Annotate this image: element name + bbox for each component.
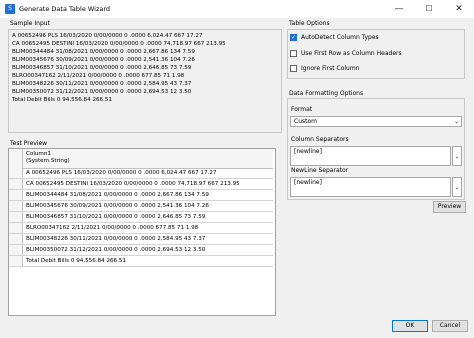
app-icon: S bbox=[5, 4, 15, 14]
chevron-down-icon: ⌄ bbox=[454, 153, 460, 160]
table-cell: BLRO00347162 2/11/2021 0/00/0000 0 .0000… bbox=[26, 225, 199, 231]
newline-separator-input[interactable]: [newline] bbox=[290, 177, 451, 197]
table-row[interactable]: CA 00652495 DESTINI 16/03/2020 0/00/0000… bbox=[9, 179, 273, 190]
newline-separator-value: [newline] bbox=[294, 179, 322, 186]
table-cell: BLIM00344484 31/08/2021 0/00/0000 0 .000… bbox=[26, 192, 209, 198]
maximize-button[interactable]: ☐ bbox=[414, 0, 444, 18]
sample-line: Total Debit Bills 0 94,556.84 266.51 bbox=[12, 97, 113, 103]
sample-line: BLIM00348226 30/11/2021 0/00/0000 0 .000… bbox=[12, 81, 192, 87]
grid-header: Column1 (System.String) bbox=[9, 149, 273, 169]
table-row[interactable]: Total Debit Bills 0 94,556.84 266.51 bbox=[9, 256, 273, 267]
table-cell: BLIM00350072 31/12/2021 0/00/0000 0 .000… bbox=[26, 247, 206, 253]
table-row[interactable]: BLIM00344484 31/08/2021 0/00/0000 0 .000… bbox=[9, 190, 273, 201]
first-row-headers-label: Use First Row as Column Headers bbox=[301, 50, 402, 57]
newline-separator-label: NewLine Separator bbox=[291, 167, 349, 174]
column-header-type: (System.String) bbox=[26, 158, 70, 164]
table-cell: A 00652496 PLS 16/03/2020 0/00/0000 0 .0… bbox=[26, 170, 217, 176]
ignore-first-column-checkbox[interactable] bbox=[290, 65, 297, 72]
table-cell: BLIM00345676 30/09/2021 0/00/0000 0 .000… bbox=[26, 203, 209, 209]
ignore-first-column-label: Ignore First Column bbox=[301, 65, 360, 72]
table-cell: BLIM00348226 30/11/2021 0/00/0000 0 .000… bbox=[26, 236, 206, 242]
sample-line: A 00652496 PLS 16/03/2020 0/00/0000 0 .0… bbox=[12, 33, 203, 39]
close-button[interactable]: ✕ bbox=[444, 0, 474, 18]
table-row[interactable]: BLIM00348226 30/11/2021 0/00/0000 0 .000… bbox=[9, 234, 273, 245]
autodetect-label: AutoDetect Column Types bbox=[301, 34, 379, 41]
sample-line: BLIM00345676 30/09/2021 0/00/0000 0 .000… bbox=[12, 57, 195, 63]
test-preview-grid[interactable]: Column1 (System.String) A 00652496 PLS 1… bbox=[8, 148, 276, 316]
cancel-button[interactable]: Cancel bbox=[432, 320, 468, 332]
table-row[interactable]: BLRO00347162 2/11/2021 0/00/0000 0 .0000… bbox=[9, 223, 273, 234]
ok-button[interactable]: OK bbox=[392, 320, 428, 332]
chevron-down-icon: ⌄ bbox=[454, 184, 460, 191]
table-cell: Total Debit Bills 0 94,556.84 266.51 bbox=[26, 258, 127, 264]
table-options-label: Table Options bbox=[289, 20, 330, 27]
sample-input-textarea[interactable]: A 00652496 PLS 16/03/2020 0/00/0000 0 .0… bbox=[8, 29, 282, 133]
chevron-down-icon: ⌄ bbox=[453, 118, 459, 125]
table-cell: CA 00652495 DESTINI 16/03/2020 0/00/0000… bbox=[26, 181, 240, 187]
table-row[interactable]: BLIM00350072 31/12/2021 0/00/0000 0 .000… bbox=[9, 245, 273, 256]
test-preview-label: Test Preview bbox=[10, 140, 48, 147]
minimize-button[interactable]: — bbox=[384, 0, 414, 18]
column-separators-label: Column Separators bbox=[291, 136, 349, 143]
sample-input-label: Sample Input bbox=[10, 20, 50, 27]
column-separators-input[interactable]: [newline] bbox=[290, 146, 451, 166]
window-title: Generate Data Table Wizard bbox=[19, 5, 111, 13]
table-row[interactable]: A 00652496 PLS 16/03/2020 0/00/0000 0 .0… bbox=[9, 168, 273, 179]
first-row-headers-checkbox[interactable] bbox=[290, 50, 297, 57]
newline-separator-dropdown-button[interactable]: ⌄ bbox=[452, 177, 462, 197]
sample-line: BLIM00350072 31/12/2021 0/00/0000 0 .000… bbox=[12, 89, 192, 95]
format-dropdown[interactable]: Custom ⌄ bbox=[290, 116, 462, 127]
grid-corner bbox=[9, 149, 23, 168]
table-cell: BLIM00346857 31/10/2021 0/00/0000 0 .000… bbox=[26, 214, 206, 220]
sample-line: BLIM00346857 31/10/2021 0/00/0000 0 .000… bbox=[12, 65, 192, 71]
format-value: Custom bbox=[294, 118, 317, 125]
preview-button[interactable]: Preview bbox=[433, 201, 466, 213]
table-row[interactable]: BLIM00345676 30/09/2021 0/00/0000 0 .000… bbox=[9, 201, 273, 212]
format-label: Format bbox=[291, 106, 313, 113]
sample-line: BLIM00344484 31/08/2021 0/00/0000 0 .000… bbox=[12, 49, 195, 55]
autodetect-checkbox[interactable]: ✓ bbox=[290, 34, 297, 41]
table-row[interactable]: BLIM00346857 31/10/2021 0/00/0000 0 .000… bbox=[9, 212, 273, 223]
column-separators-value: [newline] bbox=[294, 148, 322, 155]
column-header-name[interactable]: Column1 bbox=[26, 151, 51, 158]
formatting-label: Data Formatting Options bbox=[289, 90, 364, 97]
sample-line: CA 00652495 DESTINI 16/03/2020 0/00/0000… bbox=[12, 41, 226, 47]
sample-line: BLRO00347162 2/11/2021 0/00/0000 0 .0000… bbox=[12, 73, 185, 79]
column-separators-dropdown-button[interactable]: ⌄ bbox=[452, 146, 462, 166]
